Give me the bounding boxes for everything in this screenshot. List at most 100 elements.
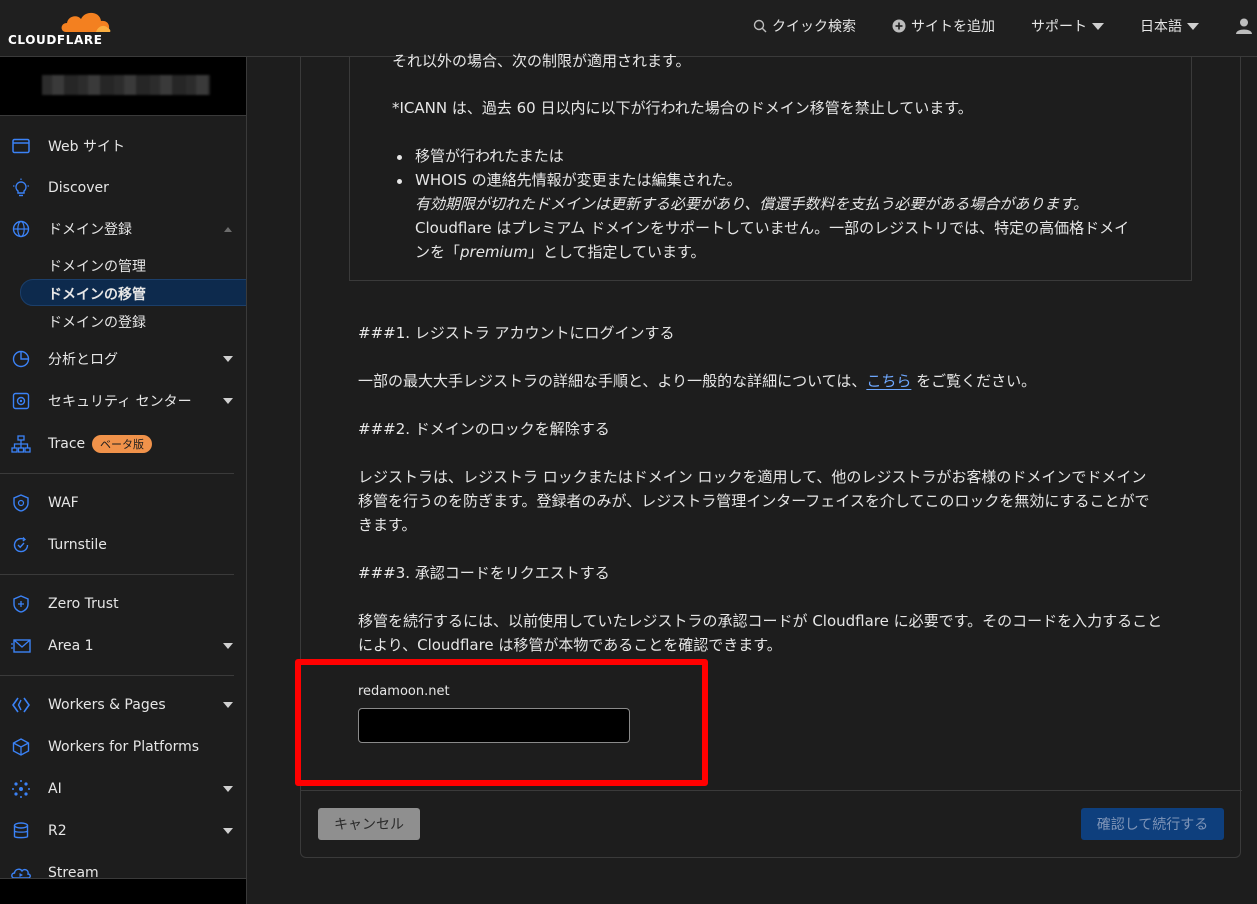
step1-text-b: をご覧ください。 [911,372,1037,390]
add-site-label: サイトを追加 [911,19,995,35]
sidebar-item-label: R2 [48,823,67,839]
step1-text-a: 一部の最大大手レジストラの詳細な手順と、より一般的な詳細については、 [358,372,867,390]
account-selector[interactable] [0,57,246,116]
premium-note-text: 」として指定しています。 [527,243,706,261]
sidebar-item-zero-trust[interactable]: Zero Trust [0,589,246,619]
sidebar-item-label: Zero Trust [48,596,119,612]
sidebar-item-security-center[interactable]: セキュリティ センター [0,386,246,416]
chevron-up-icon [224,226,232,232]
plus-circle-icon [892,19,906,33]
confirm-continue-button[interactable]: 確認して続行する [1081,808,1224,840]
sidebar-item-workers-for-platforms[interactable]: Workers for Platforms [0,732,246,762]
sidebar-subitem-manage-domains[interactable]: ドメインの管理 [48,256,146,276]
chevron-down-icon [1187,22,1199,30]
globe-icon [10,218,32,240]
domain-label: redamoon.net [358,684,450,699]
sidebar-item-label: Web サイト [48,139,125,155]
registrar-guide-link[interactable]: こちら [866,372,911,390]
bullet-dot [397,155,402,160]
sidebar-item-discover[interactable]: Discover [0,173,246,203]
email-icon [10,635,32,657]
sidebar-item-analytics[interactable]: 分析とログ [0,344,246,374]
chevron-down-icon [223,786,233,792]
bullet-dot [397,179,402,184]
chevron-down-icon [223,356,233,362]
sidebar-subitem-transfer-domains[interactable]: ドメインの移管 [48,284,146,304]
sidebar-divider [0,574,234,575]
sidebar-subitem-register-domains[interactable]: ドメインの登録 [48,312,146,332]
sidebar-item-ai[interactable]: AI [0,774,246,804]
sidebar-item-label: ドメイン登録 [48,222,132,238]
step2-line1: レジストラは、レジストラ ロックまたはドメイン ロックを適用して、他のレジストラ… [358,468,1147,486]
language-menu[interactable]: 日本語 [1140,16,1199,36]
step1-text: 一部の最大大手レジストラの詳細な手順と、より一般的な詳細については、こちら をご… [358,369,1036,393]
icann-notice: *ICANN は、過去 60 日以内に以下が行われた場合のドメイン移管を禁止して… [392,99,973,117]
sidebar-collapse-bar[interactable] [0,878,246,904]
restrictions-notice: それ以外の場合、次の制限が適用されます。 *ICANN は、過去 60 日以内に… [349,52,1192,281]
notice-line-cut: それ以外の場合、次の制限が適用されます。 [392,52,691,70]
pie-chart-icon [10,348,32,370]
chevron-down-icon [223,828,233,834]
workers-icon [10,694,32,716]
sidebar-item-label: Trace [48,436,86,452]
add-site-button[interactable]: サイトを追加 [892,16,995,36]
quick-search-label: クイック検索 [772,19,856,35]
language-label: 日本語 [1140,19,1182,35]
sidebar-item-websites[interactable]: Web サイト [0,131,246,161]
premium-term: premium [460,243,528,261]
sidebar: Web サイト Discover ドメイン登録 ドメインの管理 ドメインの移管 … [0,57,247,904]
cloudflare-logo[interactable]: CLOUDFLARE [4,4,114,48]
sidebar-item-label: AI [48,781,62,797]
brand-name: CLOUDFLARE [8,33,103,47]
chevron-down-icon [223,643,233,649]
sidebar-item-waf[interactable]: WAF [0,488,246,518]
beta-badge: ベータ版 [92,435,152,453]
waf-shield-icon [10,492,32,514]
security-center-icon [10,390,32,412]
premium-note-line1: Cloudflare はプレミアム ドメインをサポートしていません。一部のレジス… [415,219,1130,237]
user-menu[interactable] [1235,17,1253,35]
sidebar-item-label: Workers & Pages [48,697,166,713]
sidebar-item-r2[interactable]: R2 [0,816,246,846]
chevron-down-icon [223,702,233,708]
expired-domain-note: 有効期限が切れたドメインは更新する必要があり、償還手数料を支払う必要がある場合が… [415,195,1088,213]
step2-line2: 移管を行うのを防ぎます。登録者のみが、レジストラ管理インターフェイスを介してこの… [358,492,1150,510]
support-label: サポート [1031,19,1087,35]
sidebar-item-workers-pages[interactable]: Workers & Pages [0,690,246,720]
sidebar-item-label: Area 1 [48,638,94,654]
sidebar-divider [0,473,234,474]
quick-search-button[interactable]: クイック検索 [753,16,856,36]
lightbulb-icon [10,177,32,199]
cloud-logo-icon [61,12,111,32]
step1-title: ###1. レジストラ アカウントにログインする [358,324,675,342]
cube-icon [10,736,32,758]
support-menu[interactable]: サポート [1031,16,1104,36]
trace-icon [10,433,32,455]
step2-line3: きます。 [358,516,417,534]
chevron-down-icon [1092,22,1104,30]
step3-title: ###3. 承認コードをリクエストする [358,564,610,582]
cancel-button[interactable]: キャンセル [318,808,420,840]
turnstile-icon [10,534,32,556]
premium-note-text: ンを「 [415,243,461,261]
auth-code-input[interactable] [358,708,630,743]
card-footer-divider [301,790,1242,791]
premium-note-line2: ンを「premium」として指定しています。 [415,240,705,264]
user-icon [1236,18,1252,34]
step2-title: ###2. ドメインのロックを解除する [358,420,610,438]
top-nav: クイック検索 サイトを追加 サポート 日本語 [753,0,1257,52]
sidebar-item-label: 分析とログ [48,352,118,368]
sidebar-item-label: セキュリティ センター [48,394,192,410]
step3-line2: により、Cloudflare は移管が本物であることを確認できます。 [358,636,782,654]
sidebar-item-domain-registration[interactable]: ドメイン登録 [0,214,246,244]
sidebar-item-area1[interactable]: Area 1 [0,631,246,661]
sidebar-divider [0,675,234,676]
step3-line1: 移管を続行するには、以前使用していたレジストラの承認コードが Cloudflar… [358,612,1163,630]
sparkle-icon [10,778,32,800]
search-icon [753,19,767,33]
sidebar-item-trace[interactable]: Trace ベータ版 [0,429,246,459]
sidebar-item-turnstile[interactable]: Turnstile [0,530,246,560]
bullet-whois: WHOIS の連絡先情報が変更または編集された。 [415,171,742,189]
browser-window-icon [10,135,32,157]
sidebar-item-label: WAF [48,495,79,511]
